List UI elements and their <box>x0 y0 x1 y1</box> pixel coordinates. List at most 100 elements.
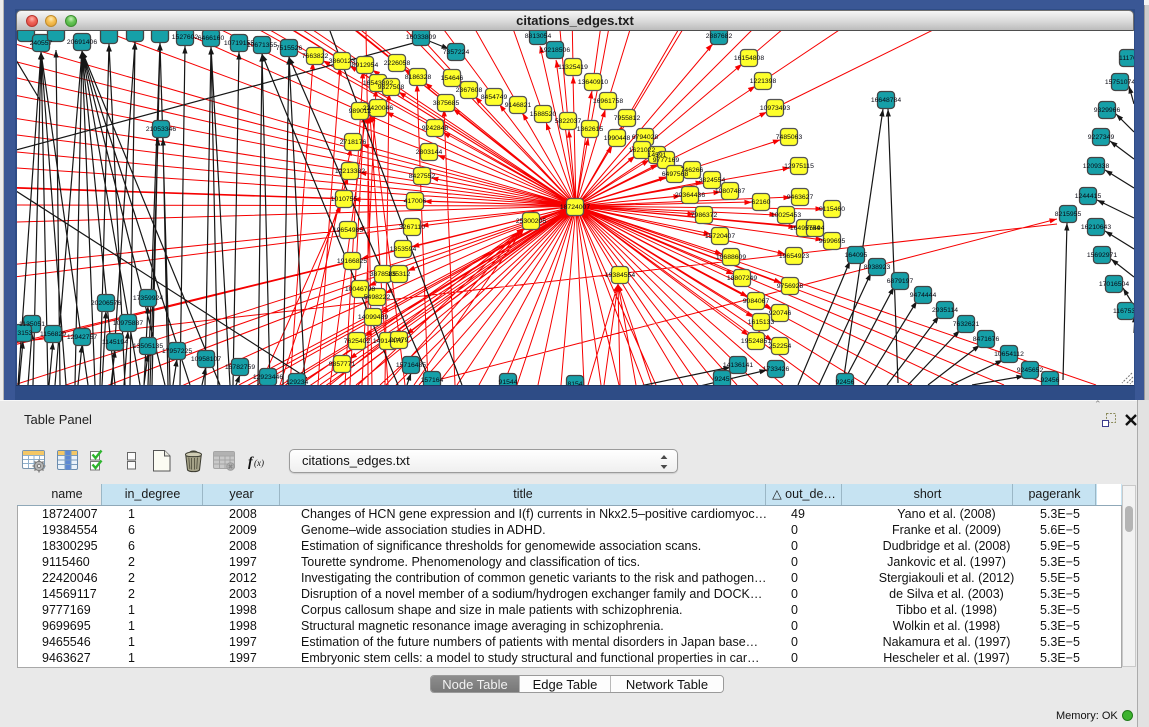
svg-text:8454749: 8454749 <box>481 94 508 101</box>
svg-text:16033809: 16033809 <box>406 34 436 41</box>
svg-text:20479: 20479 <box>390 337 409 344</box>
svg-text:92456: 92456 <box>1041 377 1060 384</box>
svg-text:2718176: 2718176 <box>340 139 367 146</box>
svg-text:19654923: 19654923 <box>779 253 809 260</box>
svg-text:75494: 75494 <box>806 225 825 232</box>
svg-text:16782759: 16782759 <box>225 364 255 371</box>
svg-text:(x): (x) <box>254 458 264 468</box>
svg-text:9245: 9245 <box>714 376 729 383</box>
svg-text:2935114: 2935114 <box>932 307 958 314</box>
svg-text:9474444: 9474444 <box>910 292 937 299</box>
svg-text:33153: 33153 <box>17 330 33 337</box>
svg-text:13640910: 13640910 <box>578 79 608 86</box>
svg-text:1990448: 1990448 <box>604 135 631 142</box>
svg-text:12942757: 12942757 <box>67 334 97 341</box>
svg-text:3267110: 3267110 <box>399 224 425 231</box>
svg-text:20206576: 20206576 <box>91 300 121 307</box>
svg-text:19384554: 19384554 <box>605 272 635 279</box>
svg-text:1135051: 1135051 <box>19 321 45 328</box>
svg-text:6466160: 6466160 <box>198 35 225 42</box>
svg-text:1145194: 1145194 <box>102 339 128 346</box>
svg-text:8813054: 8813054 <box>525 33 552 40</box>
svg-text:17359924: 17359924 <box>133 295 163 302</box>
svg-text:9756928: 9756928 <box>777 283 804 290</box>
svg-text:11170: 11170 <box>1119 55 1134 62</box>
svg-text:13505135: 13505135 <box>133 343 163 350</box>
svg-text:252254: 252254 <box>769 343 792 350</box>
svg-text:15716485: 15716485 <box>396 362 426 369</box>
svg-text:15751074: 15751074 <box>1105 79 1134 86</box>
svg-text:7955812: 7955812 <box>614 115 641 122</box>
svg-text:1209338: 1209338 <box>1083 163 1110 170</box>
svg-text:12975115: 12975115 <box>784 163 814 170</box>
svg-text:10958107: 10958107 <box>191 356 221 363</box>
svg-text:9115460: 9115460 <box>819 206 845 213</box>
svg-text:18724007: 18724007 <box>560 204 590 211</box>
svg-text:12213382: 12213382 <box>335 168 365 175</box>
svg-text:1221398: 1221398 <box>750 78 777 85</box>
svg-text:5498222: 5498222 <box>364 294 391 301</box>
svg-text:17957225: 17957225 <box>162 348 192 355</box>
svg-text:8912954: 8912954 <box>352 62 379 69</box>
svg-text:154646: 154646 <box>441 75 464 82</box>
svg-text:157164: 157164 <box>421 377 444 384</box>
svg-text:240557: 240557 <box>30 40 53 47</box>
svg-text:8427552: 8427552 <box>409 173 436 180</box>
svg-text:7485063: 7485063 <box>776 134 803 141</box>
svg-text:8186328: 8186328 <box>405 74 432 81</box>
svg-text:14099489: 14099489 <box>358 314 388 321</box>
svg-text:7515526: 7515526 <box>276 45 303 52</box>
svg-text:9146821: 9146821 <box>505 102 532 109</box>
svg-text:7625402: 7625402 <box>344 338 371 345</box>
svg-text:19524851: 19524851 <box>741 338 771 345</box>
svg-text:2803144: 2803144 <box>416 149 443 156</box>
svg-text:1527602: 1527602 <box>172 34 199 41</box>
svg-text:9084067: 9084067 <box>743 298 770 305</box>
svg-text:62160: 62160 <box>752 199 771 206</box>
svg-text:9777169: 9777169 <box>653 157 680 164</box>
svg-text:9227349: 9227349 <box>1088 134 1115 141</box>
svg-text:16648784: 16648784 <box>871 97 901 104</box>
svg-text:17016504: 17016504 <box>1099 281 1129 288</box>
svg-text:10688609: 10688609 <box>716 254 746 261</box>
svg-text:7632621: 7632621 <box>953 321 980 328</box>
svg-text:3824554: 3824554 <box>699 177 726 184</box>
svg-text:16961758: 16961758 <box>593 98 623 105</box>
svg-text:21053346: 21053346 <box>146 126 176 133</box>
svg-text:9245652: 9245652 <box>1017 367 1044 374</box>
svg-text:9327508: 9327508 <box>378 84 405 91</box>
svg-text:10973493: 10973493 <box>760 105 790 112</box>
svg-text:920746: 920746 <box>769 310 792 317</box>
svg-text:12923446: 12923446 <box>253 374 283 381</box>
svg-text:10025453: 10025453 <box>771 212 801 219</box>
svg-text:19166825: 19166825 <box>337 258 367 265</box>
svg-text:3875685: 3875685 <box>433 100 460 107</box>
svg-text:7663822: 7663822 <box>302 53 329 60</box>
svg-text:11325419: 11325419 <box>558 64 588 71</box>
svg-text:10654112: 10654112 <box>994 351 1024 358</box>
svg-text:6794028: 6794028 <box>632 134 659 141</box>
svg-text:8471676: 8471676 <box>973 336 1000 343</box>
svg-text:135312: 135312 <box>388 271 411 278</box>
svg-text:7986372: 7986372 <box>691 212 718 219</box>
svg-text:19654985: 19654985 <box>333 227 363 234</box>
svg-text:1010755: 1010755 <box>331 196 358 203</box>
svg-text:1362615: 1362615 <box>577 126 604 133</box>
svg-text:18807249: 18807249 <box>727 275 757 282</box>
svg-text:1615133: 1615133 <box>748 319 775 326</box>
svg-text:9242848: 9242848 <box>422 125 449 132</box>
svg-text:9857771: 9857771 <box>329 361 356 368</box>
svg-text:2887682: 2887682 <box>706 33 733 40</box>
svg-text:20691406: 20691406 <box>67 39 97 46</box>
svg-text:1156829: 1156829 <box>40 331 66 338</box>
svg-text:2226058: 2226058 <box>384 60 411 67</box>
svg-text:10671355: 10671355 <box>247 42 277 49</box>
svg-text:14136141: 14136141 <box>723 362 753 369</box>
svg-text:10046708: 10046708 <box>345 286 375 293</box>
svg-text:417006: 417006 <box>404 198 427 205</box>
svg-text:1244415: 1244415 <box>1075 193 1102 200</box>
svg-text:22420046: 22420046 <box>363 105 393 112</box>
svg-text:1167535: 1167535 <box>1113 308 1134 315</box>
svg-text:7357224: 7357224 <box>443 49 470 56</box>
svg-text:5822037: 5822037 <box>555 118 582 125</box>
